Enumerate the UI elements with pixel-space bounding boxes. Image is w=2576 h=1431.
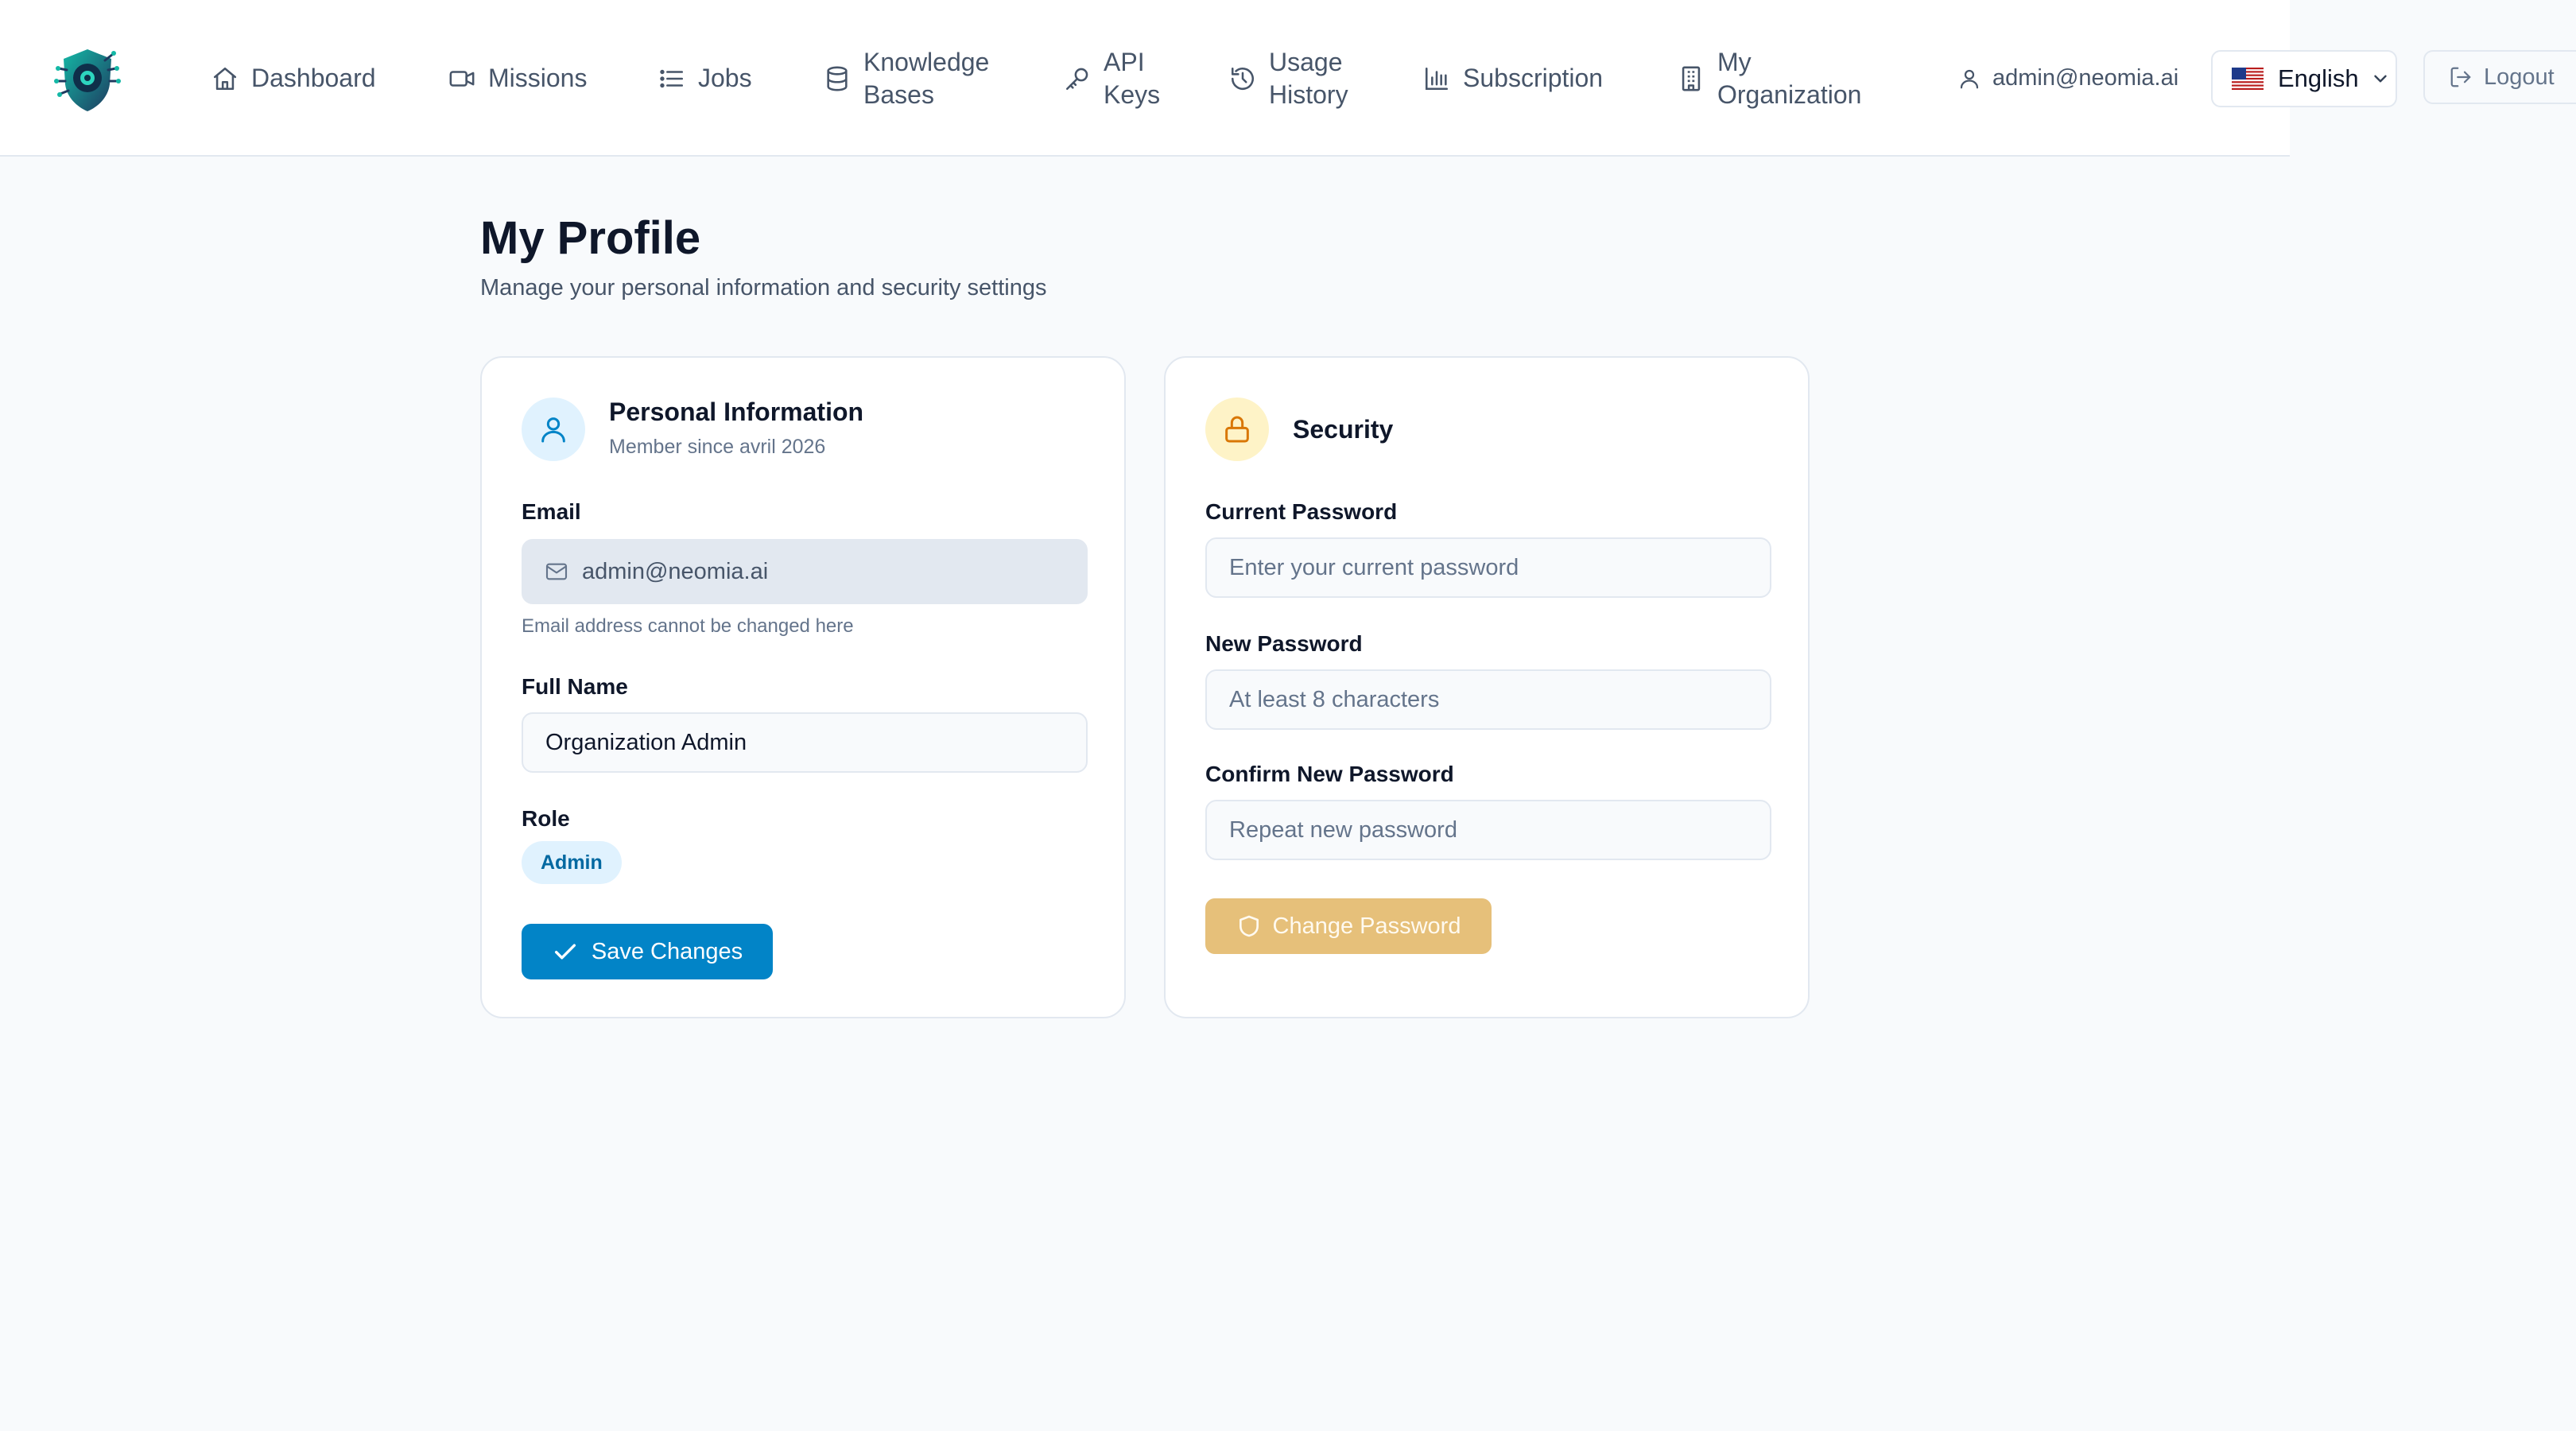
- nav-label: Missions: [488, 64, 588, 92]
- confirm-password-label: Confirm New Password: [1205, 762, 1454, 786]
- logout-button[interactable]: Logout: [2423, 50, 2576, 104]
- nav-subscription[interactable]: Subscription: [1423, 0, 1603, 157]
- list-icon: [658, 65, 685, 92]
- database-icon: [824, 65, 851, 92]
- nav-label: Jobs: [698, 64, 752, 92]
- full-name-label: Full Name: [522, 674, 628, 699]
- card-title: Security: [1293, 415, 1394, 444]
- change-password-button[interactable]: Change Password: [1205, 898, 1492, 954]
- role-label: Role: [522, 806, 570, 831]
- change-password-label: Change Password: [1272, 913, 1461, 939]
- security-badge: [1205, 398, 1269, 461]
- confirm-password-placeholder: Repeat new password: [1229, 816, 1457, 843]
- logout-icon: [2450, 67, 2471, 87]
- bar-chart-icon: [1423, 65, 1450, 92]
- nav-label: Subscription: [1463, 64, 1604, 92]
- card-title: Personal Information: [609, 398, 864, 426]
- nav-usage-history[interactable]: Usage History: [1229, 0, 1364, 157]
- shield-icon: [1239, 915, 1259, 937]
- new-password-placeholder: At least 8 characters: [1229, 686, 1440, 712]
- nav-label: Usage History: [1269, 47, 1348, 109]
- save-changes-label: Save Changes: [591, 938, 743, 964]
- nav-label: Dashboard: [251, 64, 376, 92]
- building-icon: [1678, 65, 1705, 92]
- nav-my-organization[interactable]: My Organization: [1678, 0, 1876, 157]
- current-password-label: Current Password: [1205, 499, 1398, 524]
- mail-icon: [545, 563, 568, 580]
- new-password-label: New Password: [1205, 631, 1363, 656]
- user-icon: [541, 417, 565, 443]
- history-icon: [1229, 65, 1256, 92]
- personal-information-card: Personal Information Member since avril …: [480, 356, 1126, 1018]
- page-title: My Profile: [480, 212, 701, 264]
- lock-icon: [1225, 416, 1249, 443]
- chevron-down-icon: [2373, 75, 2387, 83]
- new-password-input[interactable]: At least 8 characters: [1205, 669, 1771, 730]
- nav-label: Knowledge Bases: [863, 47, 990, 109]
- nav-api-keys[interactable]: API Keys: [1064, 0, 1167, 157]
- email-field: admin@neomia.ai: [522, 539, 1088, 604]
- confirm-password-input[interactable]: Repeat new password: [1205, 800, 1771, 860]
- home-icon: [211, 65, 239, 92]
- user-icon: [1957, 67, 1981, 91]
- role-badge: Admin: [522, 841, 622, 884]
- nav-knowledge-bases[interactable]: Knowledge Bases: [824, 0, 999, 157]
- current-password-placeholder: Enter your current password: [1229, 554, 1519, 580]
- language-label: English: [2278, 64, 2359, 92]
- user-avatar: [522, 398, 585, 461]
- nav-jobs[interactable]: Jobs: [658, 0, 752, 157]
- app-logo[interactable]: [49, 41, 126, 118]
- user-menu[interactable]: admin@neomia.ai: [1957, 0, 2178, 157]
- security-card: Security Current Password Enter your cur…: [1164, 356, 1810, 1018]
- language-selector[interactable]: English: [2211, 50, 2397, 107]
- check-icon: [554, 944, 576, 960]
- member-since: Member since avril 2026: [609, 436, 826, 458]
- full-name-input[interactable]: Organization Admin: [522, 712, 1088, 773]
- nav-dashboard[interactable]: Dashboard: [211, 0, 376, 157]
- save-changes-button[interactable]: Save Changes: [522, 924, 773, 979]
- email-label: Email: [522, 499, 581, 524]
- current-password-input[interactable]: Enter your current password: [1205, 537, 1771, 598]
- user-email: admin@neomia.ai: [1992, 65, 2179, 91]
- top-navbar: Dashboard Missions Jobs Knowledge Bases …: [0, 0, 2576, 157]
- email-helper-text: Email address cannot be changed here: [522, 615, 854, 637]
- us-flag-icon: [2232, 68, 2264, 90]
- logout-label: Logout: [2484, 64, 2555, 90]
- key-icon: [1064, 65, 1091, 92]
- email-value: admin@neomia.ai: [582, 558, 769, 584]
- full-name-value: Organization Admin: [545, 729, 747, 755]
- nav-label: My Organization: [1717, 47, 1862, 109]
- video-icon: [448, 65, 475, 92]
- page-subtitle: Manage your personal information and sec…: [480, 275, 1047, 301]
- nav-label: API Keys: [1104, 47, 1161, 109]
- nav-missions[interactable]: Missions: [448, 0, 587, 157]
